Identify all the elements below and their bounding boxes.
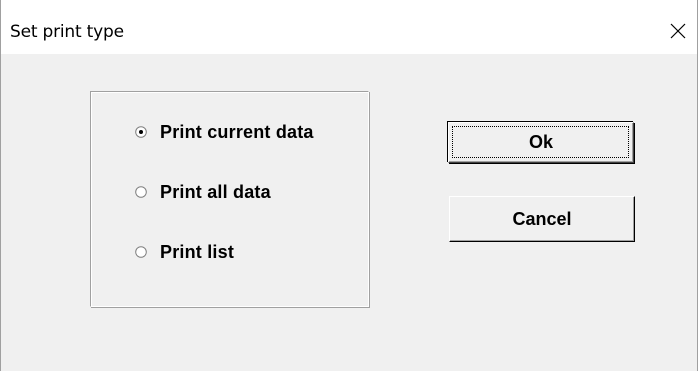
- dialog-title: Set print type: [10, 22, 124, 42]
- cancel-button-label: Cancel: [512, 208, 572, 229]
- radio-print-current-data[interactable]: Print current data: [135, 120, 381, 144]
- radio-label-print-list: Print list: [160, 241, 235, 262]
- ok-button-label: Ok: [528, 132, 553, 152]
- radio-unchecked-icon: [135, 246, 147, 258]
- close-icon: [663, 16, 693, 46]
- radio-unchecked-icon: [135, 186, 147, 198]
- close-button[interactable]: [663, 16, 693, 46]
- cancel-button[interactable]: Cancel: [449, 196, 635, 242]
- radio-label-print-all-data: Print all data: [160, 181, 271, 202]
- print-type-dialog: Set print type Print current data Print …: [0, 0, 698, 371]
- ok-button[interactable]: Ok: [448, 122, 634, 163]
- radio-checked-icon: [135, 126, 147, 138]
- print-options-group: Print current data Print all data Print …: [90, 91, 369, 307]
- radio-label-print-current-data: Print current data: [160, 121, 314, 142]
- title-bar: Set print type: [1, 0, 697, 54]
- radio-print-list[interactable]: Print list: [135, 240, 234, 264]
- radio-print-all-data[interactable]: Print all data: [135, 180, 271, 204]
